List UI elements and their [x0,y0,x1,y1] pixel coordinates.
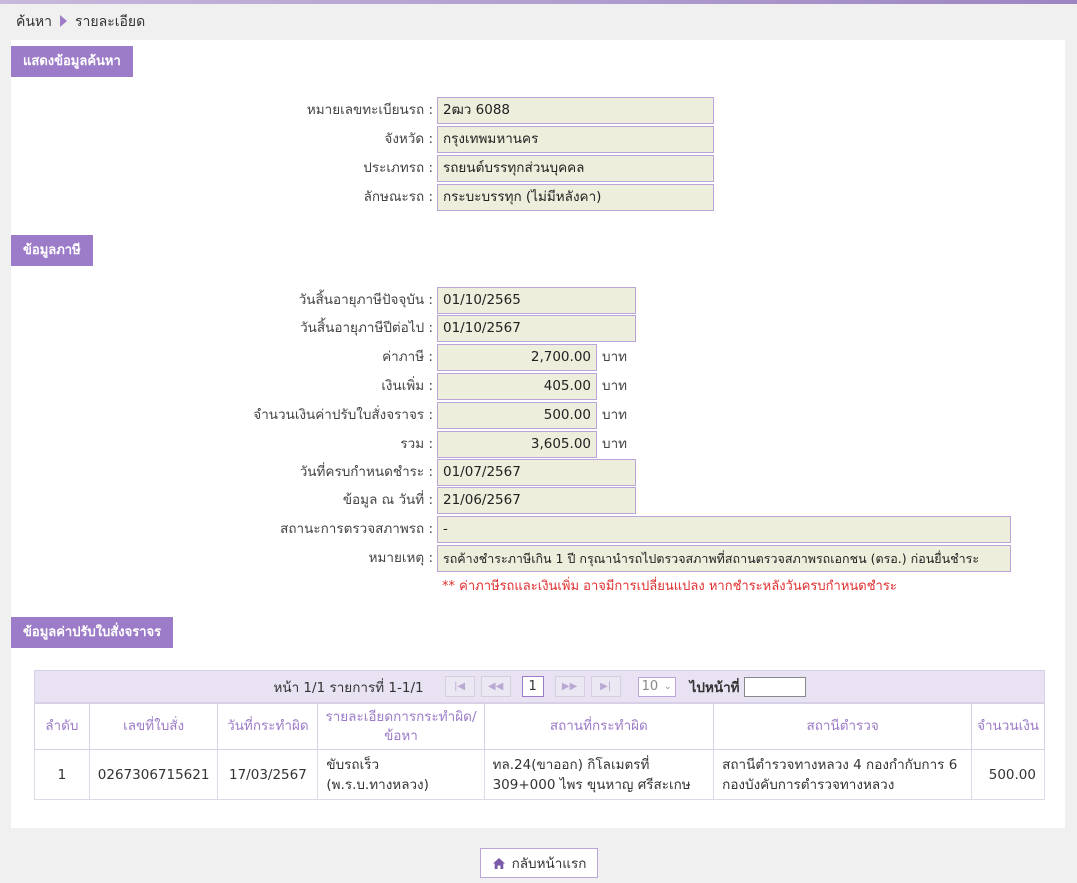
current-expiry-label: วันสิ้นอายุภาษีปัจจุบัน : [298,292,433,308]
place-line-2: 309+000 ไพร ขุนหาญ ศรีสะเกษ [492,776,691,793]
total-unit: บาท [602,436,628,452]
surcharge-unit: บาท [602,378,628,394]
due-date-label: วันที่ครบกำหนดชำระ : [299,464,433,480]
pager: หน้า 1/1 รายการที่ 1-1/1 |◀ ◀◀ 1 ▶▶ ▶| 1… [34,670,1045,703]
col-amount: จำนวนเงิน [971,703,1045,750]
col-place: สถานที่กระทำผิด [483,703,715,750]
breadcrumb-arrow-icon [60,15,68,27]
breadcrumb-search-link[interactable]: ค้นหา [16,11,52,33]
next-expiry-label: วันสิ้นอายุภาษีปีต่อไป : [300,320,433,336]
province-label: จังหวัด : [384,131,433,147]
breadcrumb: ค้นหา รายละเอียด [16,12,145,32]
station-line-2: กองบังคับการตำรวจทางหลวง [722,776,895,793]
top-accent-bar [0,0,1077,4]
fine-amount-label: จำนวนเงินค่าปรับใบสั่งจราจร : [253,407,433,423]
inspection-label: สถานะการตรวจสภาพรถ : [280,521,433,537]
section-title-search: แสดงข้อมูลค้นหา [11,46,133,77]
table-header-row: ลำดับ เลขที่ใบสั่ง วันที่กระทำผิด รายละเ… [34,703,1045,750]
last-page-icon[interactable]: ▶| [590,676,621,697]
col-offense: รายละเอียดการกระทำผิด/ข้อหา [317,703,485,750]
vehicle-type-label: ประเภทรถ : [363,160,433,176]
pager-summary: หน้า 1/1 รายการที่ 1-1/1 [273,679,424,696]
first-page-icon[interactable]: |◀ [444,676,475,697]
fines-table: ลำดับ เลขที่ใบสั่ง วันที่กระทำผิด รายละเ… [34,703,1045,800]
remark-value: รถค้างชำระภาษีเกิน 1 ปี กรุณานำรถไปตรวจส… [437,545,1011,572]
home-button[interactable]: กลับหน้าแรก [480,848,598,878]
tax-value: 2,700.00 [437,344,597,371]
plate-value: 2ฒว 6088 [437,97,714,124]
cell-station: สถานีตำรวจทางหลวง 4 กองกำกับการ 6 กองบัง… [713,749,973,800]
place-line-1: ทล.24(ขาออก) กิโลเมตรที่ [492,756,650,773]
offense-line-2: (พ.ร.บ.ทางหลวง) [326,776,429,793]
prev-page-icon[interactable]: ◀◀ [480,676,511,697]
cell-date: 17/03/2567 [217,749,319,800]
total-label: รวม : [400,436,433,452]
station-line-1: สถานีตำรวจทางหลวง 4 กองกำกับการ 6 [722,756,958,773]
tax-change-warning: ** ค่าภาษีรถและเงินเพิ่ม อาจมีการเปลี่ยน… [442,579,897,594]
col-date: วันที่กระทำผิด [217,703,319,750]
surcharge-label: เงินเพิ่ม : [381,378,433,394]
col-no: ลำดับ [34,703,90,750]
total-value: 3,605.00 [437,431,597,458]
page-size-select[interactable]: 10 ⌄ [637,676,676,697]
remark-label: หมายเหตุ : [368,550,433,566]
offense-line-1: ขับรถเร็ว [326,756,380,773]
cell-place: ทล.24(ขาออก) กิโลเมตรที่ 309+000 ไพร ขุน… [483,749,715,800]
col-station: สถานีตำรวจ [713,703,973,750]
as-of-value: 21/06/2567 [437,487,636,514]
cell-no: 1 [34,749,90,800]
chevron-down-icon: ⌄ [664,681,672,692]
tax-label: ค่าภาษี : [382,349,433,365]
next-page-icon[interactable]: ▶▶ [554,676,585,697]
section-title-tax: ข้อมูลภาษี [11,235,93,266]
breadcrumb-current: รายละเอียด [75,14,146,30]
current-page-button[interactable]: 1 [521,676,544,697]
vehicle-type-value: รถยนต์บรรทุกส่วนบุคคล [437,155,714,182]
current-expiry-value: 01/10/2565 [437,287,636,314]
home-icon [492,857,505,869]
vehicle-body-label: ลักษณะรถ : [363,189,433,205]
fine-amount-unit: บาท [602,407,628,423]
next-expiry-value: 01/10/2567 [437,315,636,342]
col-ticket: เลขที่ใบสั่ง [88,703,219,750]
surcharge-value: 405.00 [437,373,597,400]
due-date-value: 01/07/2567 [437,459,636,486]
page-size-value: 10 [641,679,659,694]
tax-unit: บาท [602,349,628,365]
goto-page-input[interactable] [743,676,806,697]
fine-amount-value: 500.00 [437,402,597,429]
inspection-value: - [437,516,1011,543]
plate-label: หมายเลขทะเบียนรถ : [306,102,433,118]
cell-amount: 500.00 [971,749,1045,800]
cell-offense: ขับรถเร็ว (พ.ร.บ.ทางหลวง) [317,749,485,800]
goto-page-label: ไปหน้าที่ [689,679,740,696]
fines-grid: หน้า 1/1 รายการที่ 1-1/1 |◀ ◀◀ 1 ▶▶ ▶| 1… [34,670,1046,800]
section-title-fines: ข้อมูลค่าปรับใบสั่งจราจร [11,617,174,648]
as-of-label: ข้อมูล ณ วันที่ : [342,492,433,508]
home-button-label: กลับหน้าแรก [511,856,587,872]
province-value: กรุงเทพมหานคร [437,126,714,153]
vehicle-body-value: กระบะบรรทุก (ไม่มีหลังคา) [437,184,714,211]
content-panel: แสดงข้อมูลค้นหา หมายเลขทะเบียนรถ : 2ฒว 6… [11,40,1065,828]
table-row: 1 0267306715621 17/03/2567 ขับรถเร็ว (พ.… [34,749,1045,800]
cell-ticket: 0267306715621 [88,749,219,800]
